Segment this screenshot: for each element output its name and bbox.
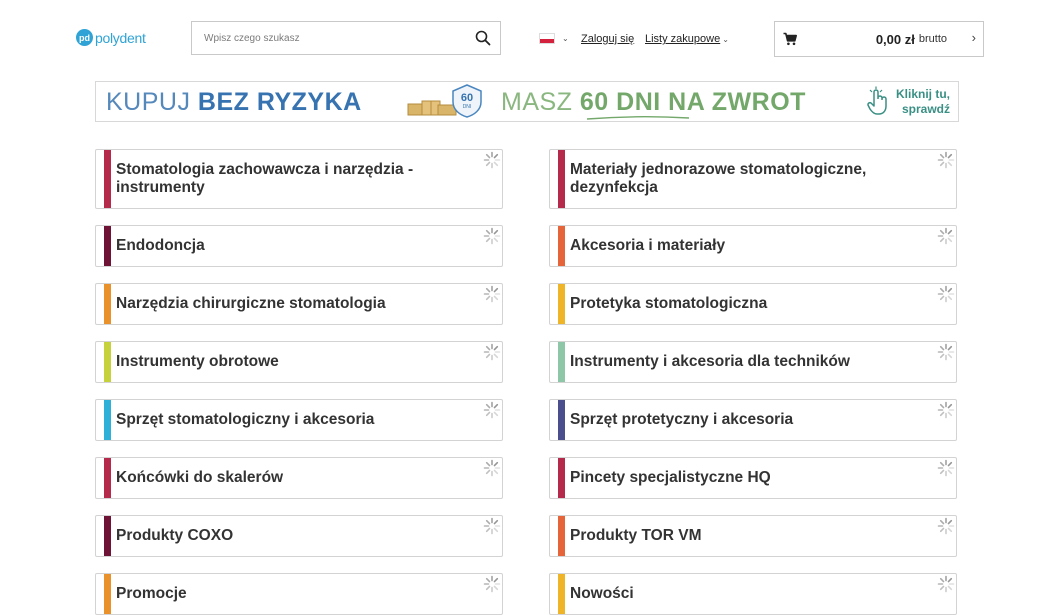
chevron-down-icon: ⌄ [562,34,569,43]
category-tile[interactable]: Materiały jednorazowe stomatologiczne, d… [549,149,957,209]
category-color-bar [104,458,111,498]
60-days-badge-icon: 60 DNI [452,84,482,118]
cart-gross-label: brutto [918,33,947,45]
loading-spinner-icon [937,227,955,245]
search-box [191,21,501,55]
loading-spinner-icon [937,459,955,477]
category-label: Instrumenty obrotowe [116,353,279,370]
category-label: Pincety specjalistyczne HQ [570,469,771,486]
category-tile[interactable]: Promocje [95,573,503,615]
loading-spinner-icon [483,227,501,245]
loading-spinner-icon [483,575,501,593]
category-tile[interactable]: Produkty COXO [95,515,503,557]
loading-spinner-icon [937,343,955,361]
loading-spinner-icon [483,401,501,419]
shopping-lists-menu[interactable]: Listy zakupowe ⌄ [645,33,729,45]
category-color-bar [558,150,565,208]
category-label: Endodoncja [116,237,205,254]
category-tile[interactable]: Nowości [549,573,957,615]
category-label: Końcówki do skalerów [116,469,284,486]
category-color-bar [104,150,111,208]
loading-spinner-icon [483,517,501,535]
loading-spinner-icon [937,401,955,419]
category-label: Instrumenty i akcesoria dla techników [570,353,850,370]
category-tile[interactable]: Stomatologia zachowawcza i narzędzia - i… [95,149,503,209]
category-color-bar [558,284,565,324]
category-label: Narzędzia chirurgiczne stomatologia [116,295,386,312]
category-label: Produkty TOR VM [570,527,702,544]
loading-spinner-icon [483,343,501,361]
category-label: Sprzęt protetyczny i akcesoria [570,411,794,428]
polydent-logo[interactable]: pd polydent [76,29,146,46]
badge-number: 60 [461,92,473,104]
logo-text: polydent [95,29,146,46]
category-tile[interactable]: Produkty TOR VM [549,515,957,557]
category-tile[interactable]: Akcesoria i materiały [549,225,957,267]
category-color-bar [104,342,111,382]
category-tile[interactable]: Instrumenty i akcesoria dla techników [549,341,957,383]
category-label: Promocje [116,585,187,602]
category-tile[interactable]: Protetyka stomatologiczna [549,283,957,325]
badge-unit: DNI [463,104,472,110]
category-tile[interactable]: Sprzęt protetyczny i akcesoria [549,399,957,441]
category-label: Protetyka stomatologiczna [570,295,768,312]
cart-icon [783,32,797,46]
chevron-right-icon: › [971,30,976,45]
category-label: Produkty COXO [116,527,234,544]
loading-spinner-icon [483,285,501,303]
category-color-bar [558,516,565,556]
search-icon [475,30,491,46]
category-label: Sprzęt stomatologiczny i akcesoria [116,411,375,428]
category-label: Stomatologia zachowawcza i narzędzia - i… [116,161,414,196]
category-label: Akcesoria i materiały [570,237,726,254]
category-tile[interactable]: Instrumenty obrotowe [95,341,503,383]
category-color-bar [558,574,565,614]
poland-flag-icon [539,33,555,44]
underline-swoosh [586,116,690,120]
category-color-bar [558,458,565,498]
logo-mark-icon: pd [76,29,93,46]
search-input[interactable] [202,22,466,54]
login-link[interactable]: Zaloguj się [581,33,634,45]
category-color-bar [104,284,111,324]
category-color-bar [104,226,111,266]
category-tile[interactable]: Pincety specjalistyczne HQ [549,457,957,499]
loading-spinner-icon [937,151,955,169]
category-label: Nowości [570,585,634,602]
loading-spinner-icon [483,459,501,477]
category-tile[interactable]: Endodoncja [95,225,503,267]
category-color-bar [104,516,111,556]
shopping-lists-label: Listy zakupowe [645,33,721,45]
search-button[interactable] [466,22,500,54]
category-color-bar [558,400,565,440]
category-color-bar [558,342,565,382]
click-hand-icon [867,86,887,115]
category-color-bar [104,400,111,440]
category-tile[interactable]: Sprzęt stomatologiczny i akcesoria [95,399,503,441]
loading-spinner-icon [937,517,955,535]
loading-spinner-icon [937,575,955,593]
category-color-bar [104,574,111,614]
banner-cta: Kliknij tu, sprawdź [896,87,950,116]
language-selector[interactable]: ⌄ [539,33,569,44]
chevron-down-icon: ⌄ [722,34,729,44]
category-tile[interactable]: Narzędzia chirurgiczne stomatologia [95,283,503,325]
category-tile[interactable]: Końcówki do skalerów [95,457,503,499]
category-color-bar [558,226,565,266]
banner-text-no-risk: KUPUJ BEZ RYZYKA [106,88,362,116]
cart-total: 0,00 zł [875,31,915,47]
category-label: Materiały jednorazowe stomatologiczne, d… [570,161,867,196]
loading-spinner-icon [937,285,955,303]
banner-text-60-days-return: MASZ 60 DNI NA ZWROT [501,88,806,116]
cart-button[interactable]: 0,00 zł brutto › [774,21,984,57]
promo-banner[interactable]: KUPUJ BEZ RYZYKA 60 DNI MASZ 60 DNI NA Z… [95,81,959,122]
loading-spinner-icon [483,151,501,169]
